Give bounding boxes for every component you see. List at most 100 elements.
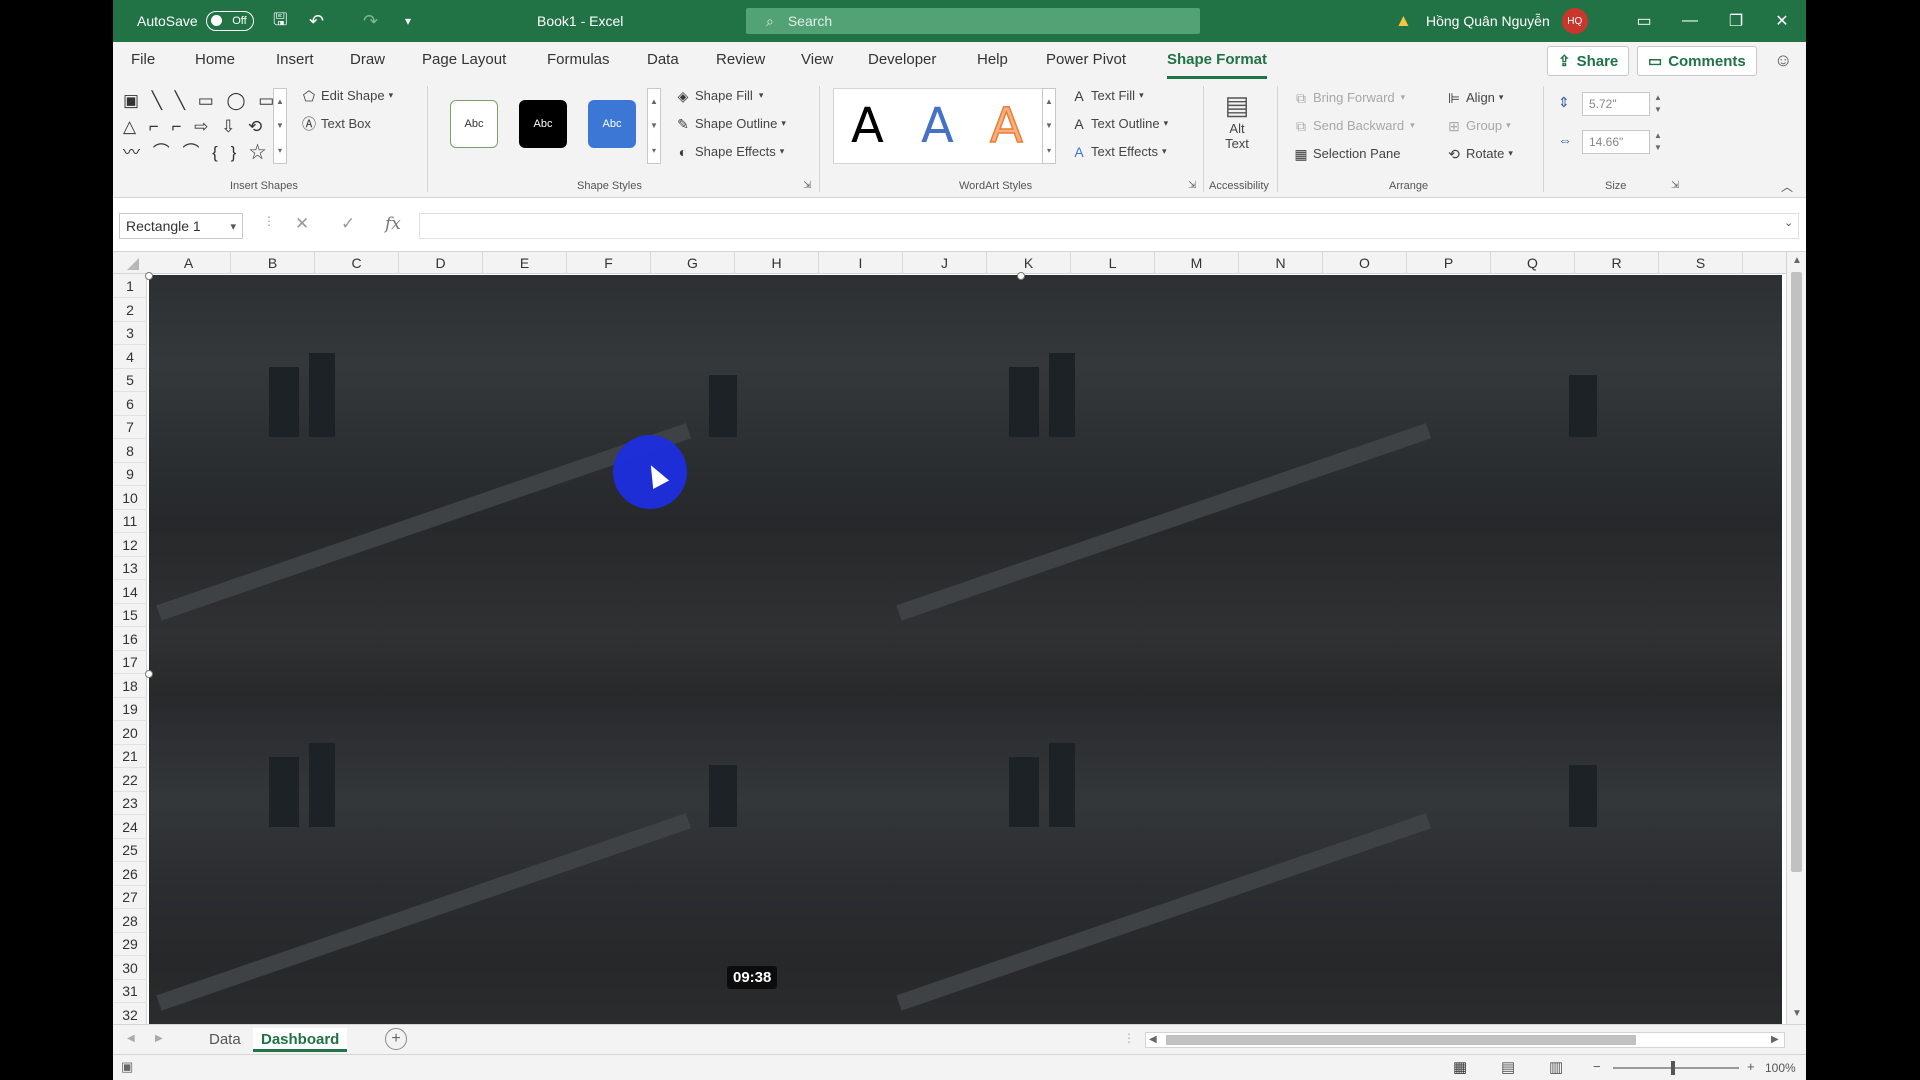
row-header[interactable]: 29 [113,932,147,956]
redo-icon[interactable]: ↷ [363,0,378,42]
row-header[interactable]: 5 [113,368,147,392]
column-header[interactable]: P [1407,252,1491,274]
column-header[interactable]: I [819,252,903,274]
tab-data[interactable]: Data [647,51,679,68]
row-header[interactable]: 28 [113,909,147,933]
text-fill-button[interactable]: A Text Fill ▾ [1071,88,1143,103]
tab-insert[interactable]: Insert [276,51,314,68]
shape-height-spinner[interactable]: ▲ ▼ [1654,92,1662,116]
tab-view[interactable]: View [801,51,833,68]
undo-icon[interactable]: ↶ [309,0,324,42]
tab-power-pivot[interactable]: Power Pivot [1046,51,1126,68]
column-header[interactable]: J [903,252,987,274]
resize-handle-top-left[interactable] [145,272,153,280]
tab-developer[interactable]: Developer [868,51,936,68]
column-header[interactable]: E [483,252,567,274]
shape-styles-launcher-icon[interactable]: ⇲ [803,180,811,191]
align-button[interactable]: ⊫ Align ▾ [1446,90,1504,105]
close-button[interactable]: ✕ [1759,0,1805,42]
row-header[interactable]: 7 [113,415,147,439]
shape-fill-button[interactable]: ◈ Shape Fill ▾ [675,88,764,103]
shape-effects-button[interactable]: ◐ Shape Effects ▾ [675,144,784,159]
column-header[interactable]: Q [1491,252,1575,274]
row-header[interactable]: 15 [113,603,147,627]
zoom-level[interactable]: 100% [1765,1061,1796,1075]
text-box-button[interactable]: Ⓐ Text Box [301,116,371,131]
zoom-in-button[interactable]: + [1747,1059,1755,1074]
row-header[interactable]: 8 [113,439,147,463]
column-header[interactable]: K [987,252,1071,274]
edit-shape-button[interactable]: ⬠ Edit Shape ▾ [301,88,393,103]
row-header[interactable]: 11 [113,509,147,533]
search-input[interactable]: ⌕ Search [746,8,1200,34]
macro-recording-icon[interactable]: ▣ [121,1059,133,1075]
sheet-tab-data[interactable]: Data [201,1028,249,1052]
scroll-down-icon[interactable]: ▼ [1792,1008,1802,1019]
share-button[interactable]: ⇪ Share [1547,46,1630,76]
text-effects-button[interactable]: A Text Effects ▾ [1071,144,1166,159]
column-header[interactable]: H [735,252,819,274]
bring-forward-button[interactable]: ⧉ Bring Forward ▾ [1293,90,1405,105]
prev-sheet-icon[interactable]: ◀ [127,1033,135,1044]
shapes-gallery-scroll[interactable]: ▲ ▼ ▾ [273,88,287,164]
minimize-button[interactable]: — [1667,0,1713,42]
shape-width-input[interactable]: 14.66" [1582,130,1650,154]
wordart-style-blue[interactable]: A [921,98,954,154]
next-sheet-icon[interactable]: ▶ [155,1033,163,1044]
sheet-tab-dashboard[interactable]: Dashboard [253,1028,348,1052]
vertical-scrollbar[interactable]: ▲ ▼ [1786,252,1806,1024]
row-header[interactable]: 32 [113,1003,147,1027]
select-all-button[interactable] [127,258,139,270]
shape-styles-gallery-scroll[interactable]: ▲ ▼ ▾ [647,88,661,164]
row-header[interactable]: 16 [113,627,147,651]
insert-function-button[interactable]: fx [385,214,401,234]
formula-input[interactable] [419,213,1799,239]
autosave-control[interactable]: AutoSave Off [137,0,254,42]
shape-style-preset-white[interactable]: Abc [450,100,498,148]
shape-height-input[interactable]: 5.72" [1582,92,1650,116]
shape-style-preset-black[interactable]: Abc [519,100,567,148]
tab-shape-format[interactable]: Shape Format [1167,51,1268,79]
row-header[interactable]: 14 [113,580,147,604]
alt-text-button[interactable]: ▤ Alt Text [1216,90,1258,170]
worksheet-grid[interactable]: A B C D E F G H I J K L M N O P Q R S 1 … [113,252,1806,1027]
zoom-slider[interactable] [1613,1067,1739,1069]
row-header[interactable]: 23 [113,791,147,815]
tab-review[interactable]: Review [716,51,765,68]
tab-draw[interactable]: Draw [350,51,385,68]
group-button[interactable]: ⊞ Group ▾ [1446,118,1511,133]
expand-formula-bar-icon[interactable]: ⌄ [1784,216,1793,229]
row-header[interactable]: 2 [113,298,147,322]
size-launcher-icon[interactable]: ⇲ [1671,180,1679,191]
vertical-scroll-thumb[interactable] [1791,272,1802,872]
scroll-up-icon[interactable]: ▲ [1792,255,1802,266]
save-icon[interactable]: 🖫 [273,0,287,42]
resize-handle-left[interactable] [145,670,153,678]
send-backward-button[interactable]: ⧉ Send Backward ▾ [1293,118,1415,133]
name-box[interactable]: Rectangle 1 [119,213,243,239]
page-layout-view-icon[interactable]: ▤ [1501,1058,1515,1076]
cancel-icon[interactable]: ✕ [295,214,309,234]
resize-handle-top[interactable] [1017,272,1025,280]
shapes-gallery[interactable]: ▣ ╲ ╲ ▭ ◯ ▭ △ ⌐ ⌐ ⇨ ⇩ ⟲ 〰 ⌒ ⌒ { } ☆ [123,88,283,164]
avatar[interactable]: HQ [1561,8,1588,34]
rotate-button[interactable]: ⟲ Rotate ▾ [1446,146,1513,161]
collapse-ribbon-icon[interactable]: ︿ [1781,178,1793,195]
wordart-style-orange[interactable]: A [989,97,1023,155]
row-header[interactable]: 31 [113,979,147,1003]
column-header[interactable]: S [1659,252,1743,274]
horizontal-scrollbar[interactable]: ◀ ▶ [1145,1032,1785,1048]
add-sheet-button[interactable]: + [385,1028,407,1050]
more-options-icon[interactable]: ⋮ [263,214,275,228]
row-header[interactable]: 13 [113,556,147,580]
account-area[interactable]: Hồng Quân Nguyễn HQ [1426,0,1588,42]
selection-pane-button[interactable]: ▦ Selection Pane [1293,146,1400,161]
row-header[interactable]: 18 [113,674,147,698]
ribbon-display-options-icon[interactable]: ▭ [1621,0,1667,42]
warning-icon[interactable]: ▲ [1395,0,1412,42]
wordart-style-black[interactable]: A [851,98,884,154]
shape-style-preset-blue[interactable]: Abc [588,100,636,148]
zoom-out-button[interactable]: − [1593,1059,1601,1074]
column-header[interactable]: C [315,252,399,274]
enter-icon[interactable]: ✓ [341,214,355,234]
